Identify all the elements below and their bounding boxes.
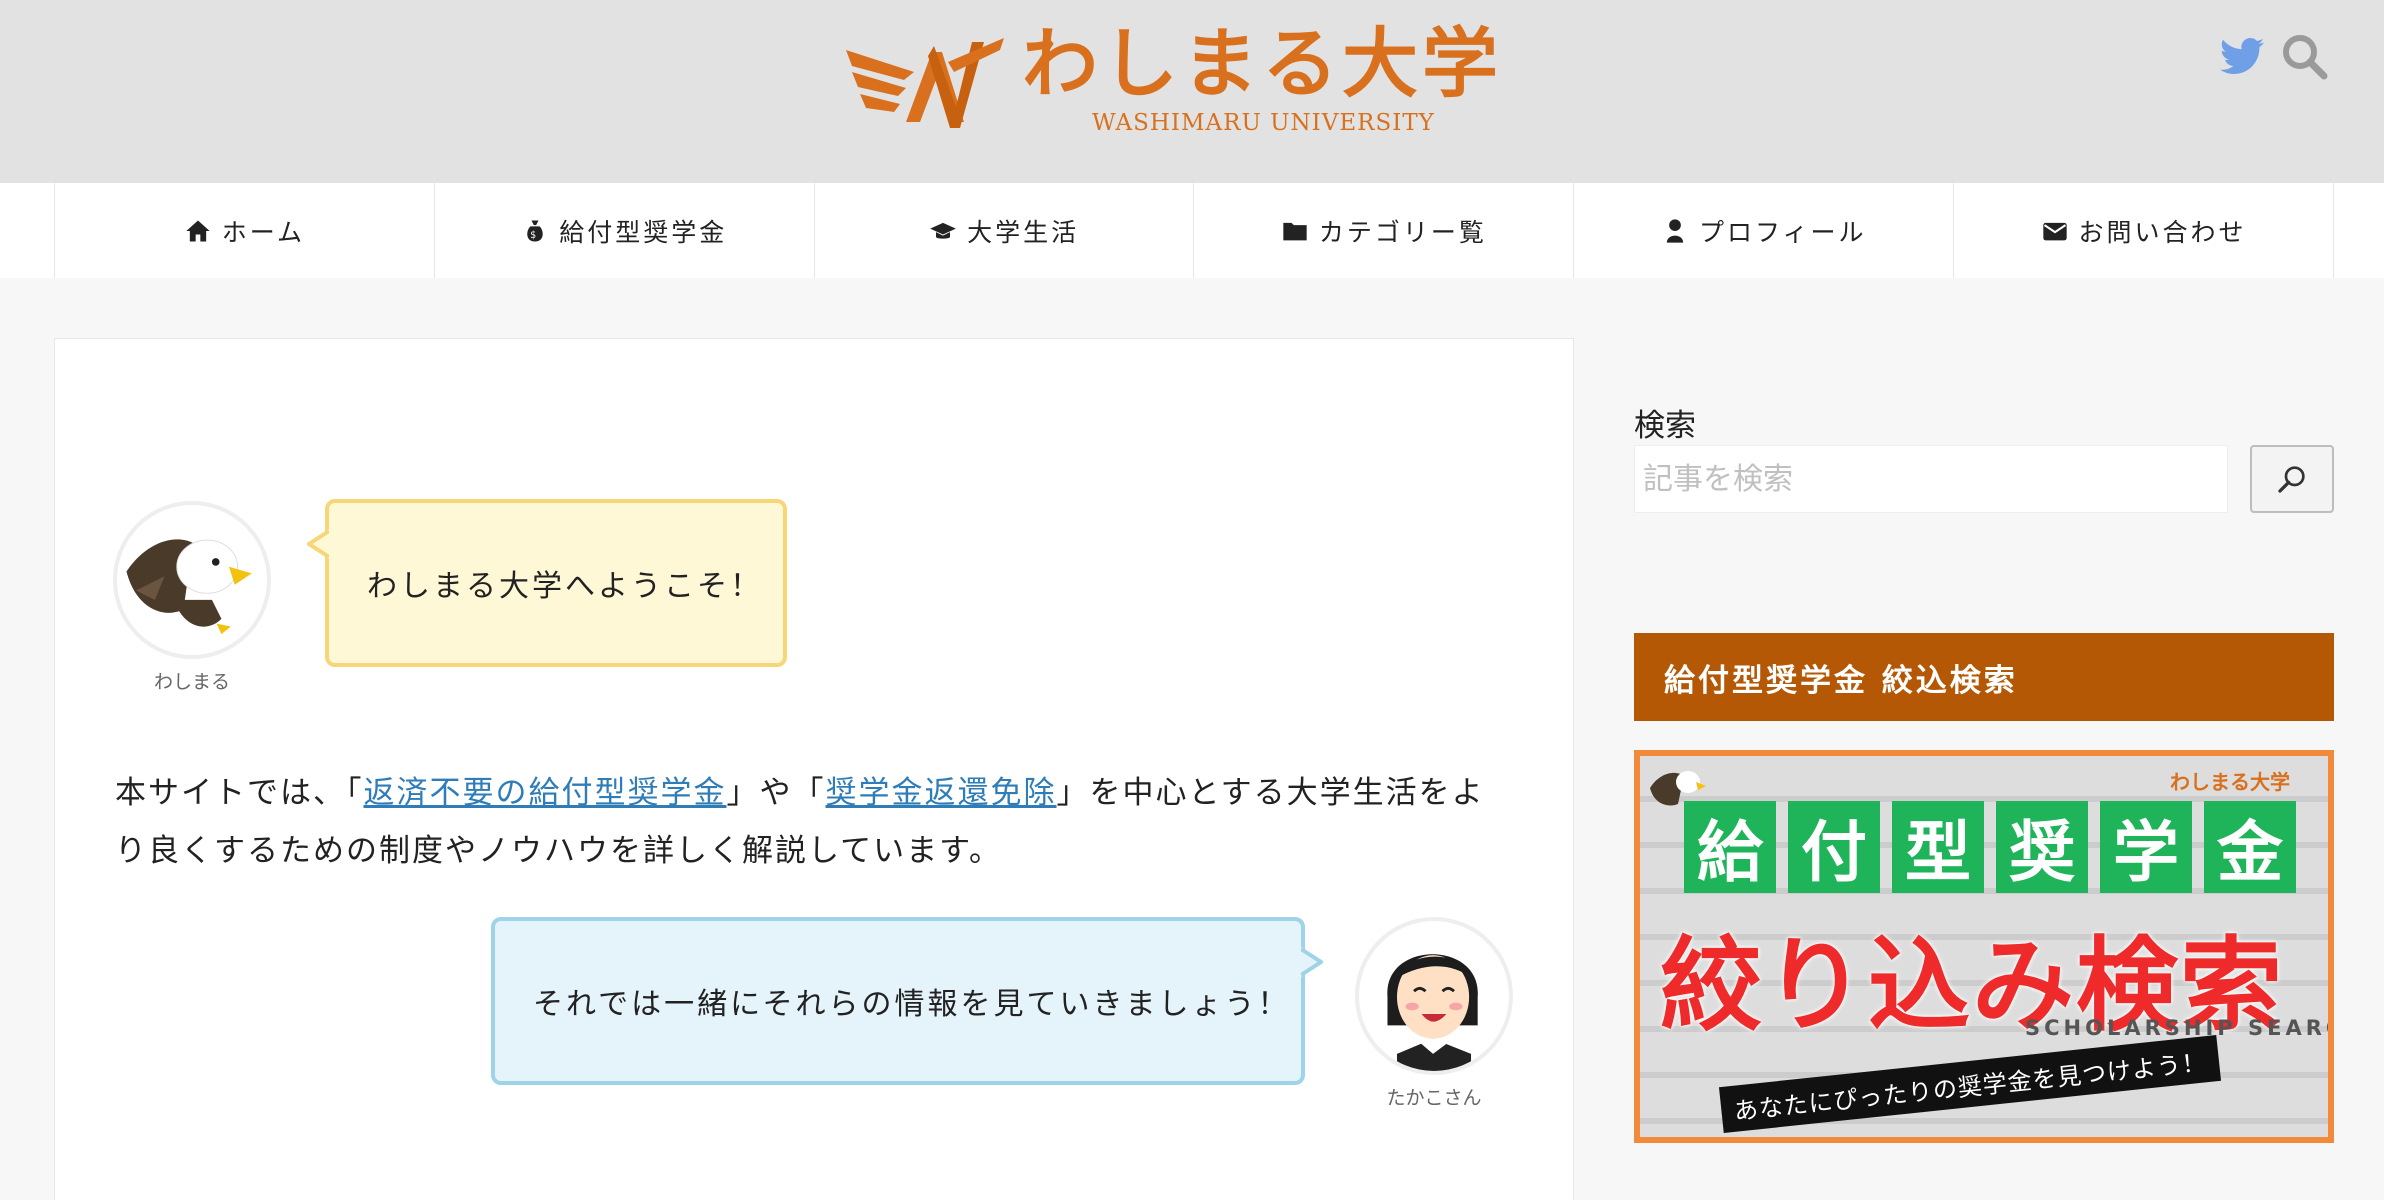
nav-item-label: 給付型奨学金 [559, 217, 728, 247]
nav-item-label: お問い合わせ [2078, 217, 2247, 247]
logo-title: わしまる大学 [1022, 19, 1502, 108]
nav-item-label: 大学生活 [967, 217, 1080, 247]
banner-english-text: SCHOLARSHIP SEARCH [2025, 1016, 2334, 1040]
avatar-washimaru [113, 501, 271, 659]
intro-mid: 」や「 [726, 775, 826, 811]
logo-wings-icon [846, 38, 1004, 128]
home-icon [186, 220, 210, 241]
nav-item-categories[interactable]: カテゴリー覧 [1193, 183, 1573, 278]
sidebar-search-input[interactable] [1634, 445, 2228, 513]
banner-kanji: 付 [1788, 801, 1880, 893]
nav-item-campus-life[interactable]: 大学生活 [813, 183, 1194, 278]
svg-text:$: $ [531, 230, 540, 241]
link-no-repay-scholarship[interactable]: 返済不要の給付型奨学金 [364, 775, 727, 811]
banner-kanji: 奨 [1996, 801, 2088, 893]
user-icon [1666, 218, 1684, 243]
graduation-cap-icon [930, 222, 956, 239]
money-bag-icon: $ [527, 220, 543, 241]
link-repayment-exemption[interactable]: 奨学金返還免除 [826, 775, 1057, 811]
banner-kanji: 学 [2100, 801, 2192, 893]
banner-logo: わしまる大学 [2170, 770, 2290, 794]
balloon-tail [1301, 947, 1323, 977]
banner-kanji: 型 [1892, 801, 1984, 893]
folder-icon [1283, 222, 1307, 240]
search-icon [2278, 466, 2305, 493]
mail-icon [2042, 222, 2067, 240]
sidebar-search-label: 検索 [1634, 408, 1696, 444]
balloon-text: わしまる大学へようこそ！ [367, 569, 763, 604]
widget-title-scholarship-search: 給付型奨学金 絞込検索 [1634, 633, 2334, 721]
intro-prefix: 本サイトでは、「 [115, 775, 364, 811]
logo-subtitle: WASHIMARU UNIVERSITY [1092, 110, 1435, 136]
woman-face-icon [1387, 954, 1478, 1071]
banner-kanji: 金 [2204, 801, 2296, 893]
site-logo[interactable]: わしまる大学 WASHIMARU UNIVERSITY [844, 22, 1498, 142]
main-content: わしまる わしまる大学へようこそ！ 本サイトでは、「返済不要の給付型奨学金」や「… [54, 338, 1574, 1200]
balloon-tail [307, 529, 329, 559]
balloon-text: それでは一緒にそれらの情報を見ていきましょう！ [533, 987, 1291, 1022]
nav-item-label: カテゴリー覧 [1318, 217, 1487, 247]
sidebar-search-button[interactable] [2250, 445, 2334, 513]
intro-paragraph: 本サイトでは、「返済不要の給付型奨学金」や「奨学金返還免除」を中心とする大学生活… [115, 764, 1515, 880]
nav-item-label: プロフィール [1698, 217, 1867, 247]
speaker-name: わしまる [153, 671, 230, 693]
nav-item-home[interactable]: ホーム [54, 183, 434, 278]
site-header: わしまる大学 WASHIMARU UNIVERSITY [0, 0, 2384, 183]
twitter-icon[interactable] [2218, 32, 2266, 80]
scholarship-search-banner[interactable]: わしまる大学 給 付 型 奨 学 金 絞り込み検索 SCHOLARSHIP SE… [1634, 750, 2334, 1143]
nav-item-scholarship[interactable]: $ 給付型奨学金 [433, 183, 814, 278]
search-icon[interactable] [2280, 32, 2328, 80]
nav-item-profile[interactable]: プロフィール [1573, 183, 1953, 278]
global-nav: ホーム $ 給付型奨学金 大学生活 カテゴリー覧 プロフィール お問い合わせ [0, 183, 2384, 278]
nav-item-contact[interactable]: お問い合わせ [1953, 183, 2334, 278]
eagle-icon [126, 539, 252, 635]
avatar-takako [1355, 917, 1513, 1075]
banner-kanji-row: 給 付 型 奨 学 金 [1684, 801, 2296, 893]
speech-balloon-lets-go: それでは一緒にそれらの情報を見ていきましょう！ [491, 917, 1305, 1085]
nav-item-label: ホーム [221, 217, 306, 247]
banner-kanji: 給 [1684, 801, 1776, 893]
speech-balloon-welcome: わしまる大学へようこそ！ [325, 499, 787, 667]
speaker-name: たかこさん [1386, 1087, 1482, 1109]
